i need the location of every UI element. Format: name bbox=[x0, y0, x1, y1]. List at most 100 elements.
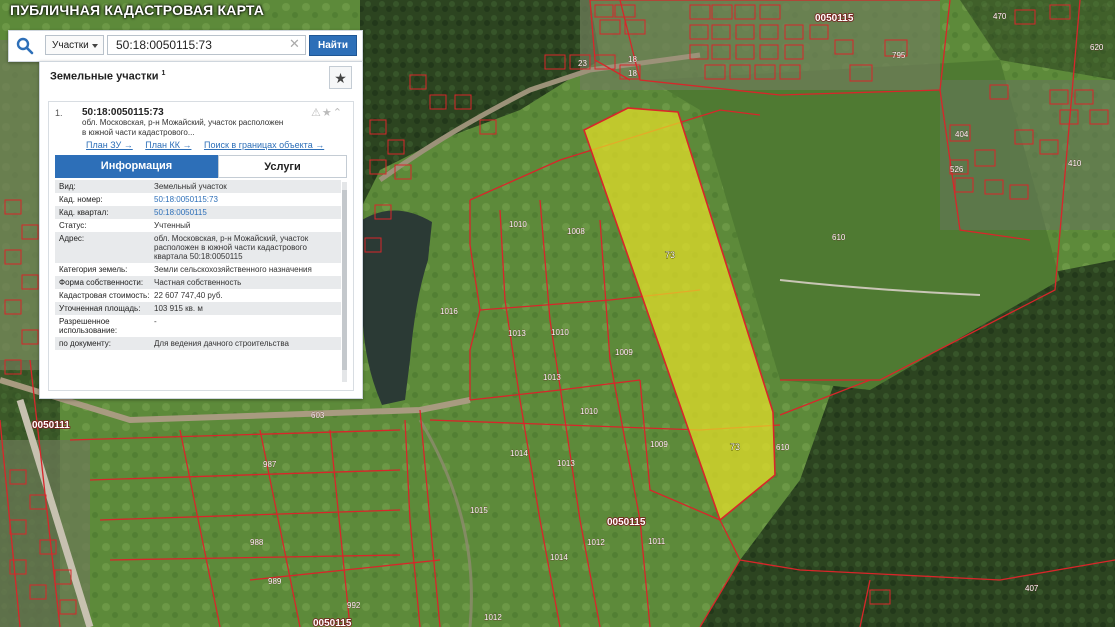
property-row: Уточненная площадь: 103 915 кв. м bbox=[55, 302, 341, 315]
parcel-label: 404 bbox=[955, 130, 969, 139]
search-icon[interactable] bbox=[16, 37, 34, 55]
highlight-label-2: 73 bbox=[730, 442, 740, 452]
parcel-label: 1014 bbox=[550, 553, 568, 562]
search-bar: Участки ✕ Найти bbox=[8, 30, 363, 62]
parcel-label: 610 bbox=[832, 233, 846, 242]
parcel-label: 1010 bbox=[580, 407, 598, 416]
link-plan-zu[interactable]: План ЗУ → bbox=[86, 140, 133, 150]
property-key: Форма собственности: bbox=[59, 278, 144, 287]
parcel-label: 1012 bbox=[587, 538, 605, 547]
property-row: Статус: Учтенный bbox=[55, 219, 341, 232]
parcel-label: 1015 bbox=[470, 506, 488, 515]
result-links: План ЗУ → План КК → Поиск в границах объ… bbox=[86, 140, 334, 150]
property-key: Разрешенное использование: bbox=[59, 317, 118, 335]
property-key: Статус: bbox=[59, 221, 87, 230]
parcel-label: 526 bbox=[950, 165, 964, 174]
result-title[interactable]: 50:18:0050115:73 bbox=[82, 107, 164, 118]
parcel-label: 1013 bbox=[508, 329, 526, 338]
tab-services[interactable]: Услуги bbox=[218, 155, 347, 178]
highlight-label-1: 73 bbox=[665, 250, 675, 260]
property-key: Кад. номер: bbox=[59, 195, 103, 204]
property-value: Учтенный bbox=[154, 221, 191, 230]
parcel-label: 1009 bbox=[615, 348, 633, 357]
panel-title-text: Земельные участки bbox=[50, 70, 159, 83]
parcel-label: 992 bbox=[347, 601, 361, 610]
property-row: Кад. квартал: 50:18:0050115 bbox=[55, 206, 341, 219]
quarter-label-top: 0050115 bbox=[815, 13, 854, 24]
property-key: Кадастровая стоимость: bbox=[59, 291, 150, 300]
property-row: Разрешенное использование: - bbox=[55, 315, 341, 337]
link-search-bounds[interactable]: Поиск в границах объекта → bbox=[204, 140, 324, 150]
result-address: обл. Московская, р-н Можайский, участок … bbox=[82, 118, 284, 137]
property-row: по документу: Для ведения дачного строите… bbox=[55, 337, 341, 350]
tab-information[interactable]: Информация bbox=[55, 155, 218, 178]
search-button[interactable]: Найти bbox=[309, 35, 357, 56]
search-type-label: Участки bbox=[52, 40, 89, 51]
parcel-label: 603 bbox=[311, 411, 325, 420]
property-value: 22 607 747,40 руб. bbox=[154, 291, 223, 300]
property-value: Земельный участок bbox=[154, 182, 227, 191]
property-value: 103 915 кв. м bbox=[154, 304, 203, 313]
property-key: Адрес: bbox=[59, 234, 85, 243]
warning-icon[interactable]: ⚠ bbox=[311, 107, 322, 119]
parcel-label: 470 bbox=[993, 12, 1007, 21]
result-count: 1 bbox=[161, 70, 166, 77]
chevron-down-icon bbox=[92, 44, 98, 48]
parcel-label: 610 bbox=[776, 443, 790, 452]
quarter-label-center: 0050115 bbox=[607, 517, 646, 528]
property-key: Категория земель: bbox=[59, 265, 128, 274]
parcel-label: 1012 bbox=[484, 613, 502, 622]
parcel-label: 1014 bbox=[510, 449, 528, 458]
favorite-button[interactable]: ★ bbox=[329, 66, 352, 89]
parcel-label: 18 bbox=[628, 69, 637, 78]
property-value: Для ведения дачного строительства bbox=[154, 339, 289, 348]
search-input[interactable] bbox=[107, 35, 306, 55]
search-type-select[interactable]: Участки bbox=[45, 35, 104, 55]
parcel-label: 1008 bbox=[567, 227, 585, 236]
property-key: Уточненная площадь: bbox=[59, 304, 141, 313]
parcel-label: 987 bbox=[263, 460, 277, 469]
parcel-label: 1011 bbox=[648, 537, 666, 546]
property-row: Адрес: обл. Московская, р-н Можайский, уч… bbox=[55, 232, 341, 263]
star-icon[interactable]: ★ bbox=[322, 107, 333, 119]
property-value: - bbox=[154, 317, 157, 326]
parcel-label: 410 bbox=[1068, 159, 1082, 168]
parcel-label: 988 bbox=[250, 538, 264, 547]
parcel-label: 1009 bbox=[650, 440, 668, 449]
property-value[interactable]: 50:18:0050115 bbox=[154, 208, 341, 217]
parcel-label: 1016 bbox=[440, 307, 458, 316]
parcel-label: 620 bbox=[1090, 43, 1104, 52]
property-value: Частная собственность bbox=[154, 278, 242, 287]
parcel-label: 1010 bbox=[551, 328, 569, 337]
property-row: Кад. номер: 50:18:0050115:73 bbox=[55, 193, 341, 206]
result-card[interactable]: 1. 50:18:0050115:73 обл. Московская, р-н… bbox=[48, 101, 354, 391]
properties-scrollbar[interactable] bbox=[342, 182, 347, 382]
property-row: Кадастровая стоимость: 22 607 747,40 руб. bbox=[55, 289, 341, 302]
property-value: обл. Московская, р-н Можайский, участок … bbox=[154, 234, 309, 261]
clear-icon[interactable]: ✕ bbox=[289, 36, 300, 52]
panel-title: Земельные участки 1 bbox=[50, 70, 165, 83]
result-tabs: Информация Услуги bbox=[55, 155, 347, 178]
parcel-label: 795 bbox=[892, 51, 906, 60]
quarter-label-bottom: 0050115 bbox=[313, 618, 352, 627]
parcel-label: 407 bbox=[1025, 584, 1039, 593]
parcel-label: 989 bbox=[268, 577, 282, 586]
result-actions[interactable]: ⚠★⌃ bbox=[311, 106, 343, 119]
properties-table: Вид: Земельный участок Кад. номер: 50:18:00… bbox=[55, 180, 341, 384]
property-row: Форма собственности: Частная собственност… bbox=[55, 276, 341, 289]
parcel-label: 18 bbox=[628, 55, 637, 64]
result-number: 1. bbox=[55, 108, 63, 118]
property-key: по документу: bbox=[59, 339, 111, 348]
quarter-label-left: 0050111 bbox=[32, 420, 70, 431]
property-key: Вид: bbox=[59, 182, 76, 191]
chevron-up-icon[interactable]: ⌃ bbox=[333, 107, 343, 119]
property-value[interactable]: 50:18:0050115:73 bbox=[154, 195, 341, 204]
property-row: Категория земель: Земли сельскохозяйствен… bbox=[55, 263, 341, 276]
app-title: ПУБЛИЧНАЯ КАДАСТРОВАЯ КАРТА bbox=[10, 2, 265, 18]
parcel-label: 1013 bbox=[543, 373, 561, 382]
property-key: Кад. квартал: bbox=[59, 208, 109, 217]
parcel-label: 1010 bbox=[509, 220, 527, 229]
parcel-label: 1013 bbox=[557, 459, 575, 468]
link-plan-kk[interactable]: План КК → bbox=[145, 140, 191, 150]
results-panel: Земельные участки 1 ★ 1. 50:18:0050115:7… bbox=[39, 61, 363, 399]
